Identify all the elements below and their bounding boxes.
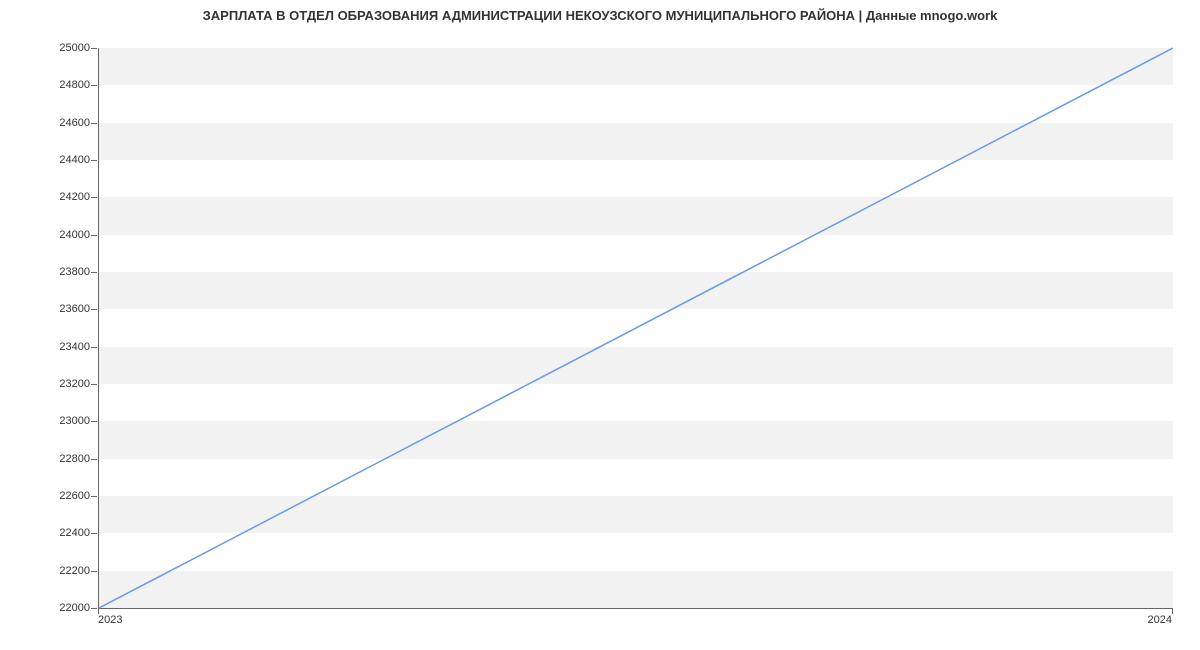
plot-area (98, 48, 1173, 609)
y-tick (91, 347, 97, 348)
y-tick-label: 23400 (30, 341, 90, 353)
y-tick (91, 533, 97, 534)
y-tick (91, 459, 97, 460)
y-tick (91, 272, 97, 273)
x-tick-label: 2024 (1142, 614, 1172, 626)
y-tick-label: 22800 (30, 453, 90, 465)
y-tick-label: 25000 (30, 42, 90, 54)
x-tick (1172, 608, 1173, 614)
y-tick-label: 22000 (30, 602, 90, 614)
x-tick-label: 2023 (98, 614, 122, 626)
y-tick-label: 22600 (30, 490, 90, 502)
y-tick-label: 24800 (30, 79, 90, 91)
y-tick-label: 22200 (30, 565, 90, 577)
y-tick (91, 197, 97, 198)
chart-title: ЗАРПЛАТА В ОТДЕЛ ОБРАЗОВАНИЯ АДМИНИСТРАЦ… (0, 8, 1200, 23)
y-tick (91, 85, 97, 86)
y-tick (91, 421, 97, 422)
y-tick-label: 23000 (30, 415, 90, 427)
y-tick (91, 123, 97, 124)
data-line (99, 48, 1173, 608)
y-tick (91, 571, 97, 572)
y-tick-label: 24200 (30, 191, 90, 203)
y-tick-label: 22400 (30, 527, 90, 539)
y-tick (91, 496, 97, 497)
y-tick-label: 23200 (30, 378, 90, 390)
y-tick (91, 48, 97, 49)
y-tick (91, 160, 97, 161)
y-tick-label: 24600 (30, 117, 90, 129)
y-tick (91, 309, 97, 310)
y-tick (91, 384, 97, 385)
y-tick (91, 608, 97, 609)
y-tick-label: 23600 (30, 303, 90, 315)
y-tick-label: 23800 (30, 266, 90, 278)
y-tick-label: 24000 (30, 229, 90, 241)
y-tick-label: 24400 (30, 154, 90, 166)
line-chart: ЗАРПЛАТА В ОТДЕЛ ОБРАЗОВАНИЯ АДМИНИСТРАЦ… (0, 0, 1200, 650)
y-tick (91, 235, 97, 236)
